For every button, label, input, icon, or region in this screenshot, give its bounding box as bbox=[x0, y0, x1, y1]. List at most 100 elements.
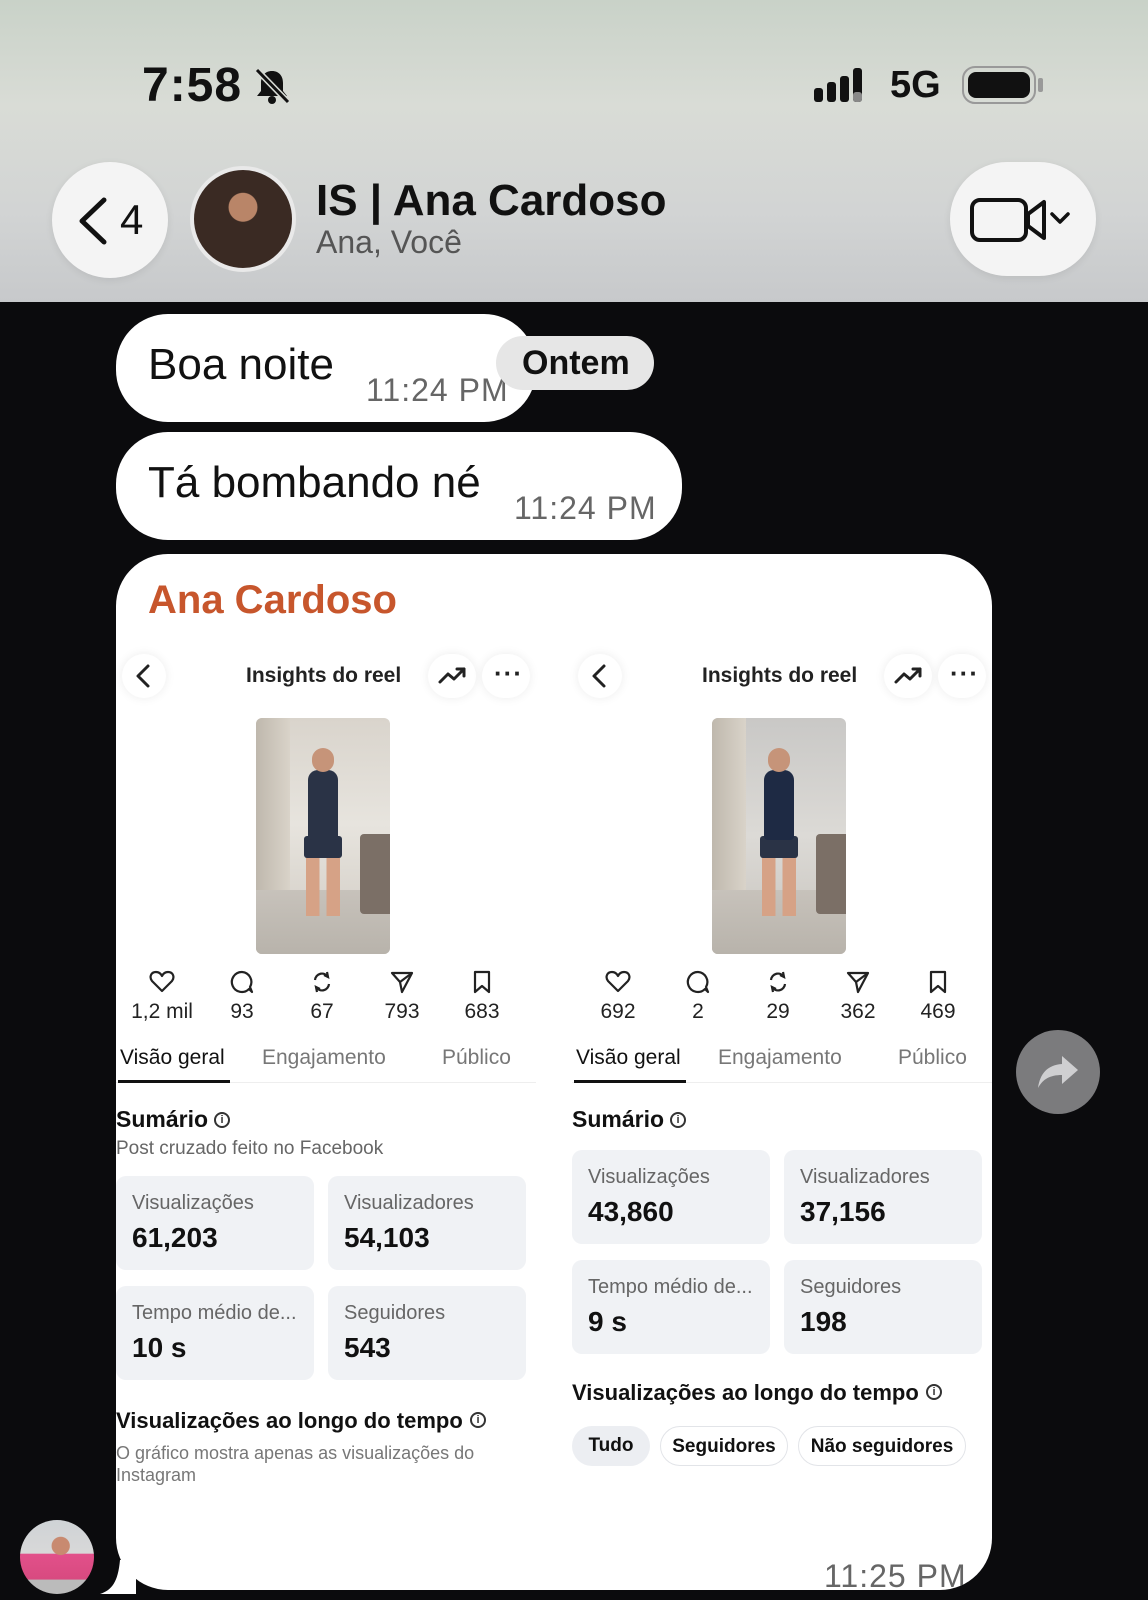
network-label: 5G bbox=[890, 64, 941, 106]
chevron-left-icon bbox=[79, 197, 107, 245]
metric-label: Visualizações bbox=[132, 1192, 254, 1214]
stat-value: 469 bbox=[920, 1000, 956, 1023]
chat-title[interactable]: IS | Ana Cardoso bbox=[316, 176, 667, 226]
tab-audience: Público bbox=[442, 1046, 511, 1069]
metric-tile: Visualizadores 54,103 bbox=[328, 1176, 526, 1270]
metric-value: 54,103 bbox=[344, 1222, 430, 1253]
message-bubble[interactable]: Tá bombando né 11:24 PM bbox=[116, 432, 682, 540]
share-icon bbox=[846, 971, 870, 994]
metric-value: 10 s bbox=[132, 1332, 187, 1363]
unread-count: 4 bbox=[120, 196, 144, 243]
metric-label: Visualizações bbox=[588, 1166, 710, 1188]
chevron-left-icon bbox=[592, 664, 606, 688]
stat-saves: 683 bbox=[442, 970, 522, 1024]
message-text: Boa noite bbox=[148, 340, 334, 389]
stat-likes: 1,2 mil bbox=[122, 970, 202, 1024]
summary-title: Sumário bbox=[572, 1106, 665, 1132]
repost-icon bbox=[313, 971, 331, 993]
sender-avatar[interactable] bbox=[20, 1520, 94, 1594]
info-icon: i bbox=[926, 1384, 942, 1400]
message-time: 11:25 PM bbox=[824, 1558, 967, 1590]
insights-title: Insights do reel bbox=[246, 664, 402, 687]
reel-thumbnail bbox=[712, 718, 846, 954]
back-button[interactable]: 4 bbox=[52, 162, 168, 278]
metric-tile: Visualizações 61,203 bbox=[116, 1176, 314, 1270]
metric-tile: Seguidores 198 bbox=[784, 1260, 982, 1354]
tab-overview: Visão geral bbox=[576, 1046, 681, 1069]
metric-label: Visualizadores bbox=[800, 1166, 930, 1188]
metric-tile: Visualizações 43,860 bbox=[572, 1150, 770, 1244]
chat-members: Ana, Você bbox=[316, 224, 462, 260]
stat-value: 29 bbox=[766, 1000, 790, 1023]
more-options-button: ··· bbox=[482, 654, 530, 698]
metric-value: 37,156 bbox=[800, 1196, 886, 1227]
insights-panel-right: Insights do reel ··· 692 2 29 362 469 Vi… bbox=[572, 646, 992, 1586]
views-over-time-title: Visualizações ao longo do tempo bbox=[116, 1408, 463, 1433]
stat-value: 93 bbox=[230, 1000, 254, 1023]
message-time: 11:24 PM bbox=[366, 372, 509, 408]
metric-tile: Seguidores 543 bbox=[328, 1286, 526, 1380]
status-time: 7:58 bbox=[142, 59, 243, 112]
battery-icon bbox=[962, 66, 1043, 104]
chat-header: 7:58 5G 4 IS | Ana Cardoso Ana, Você bbox=[0, 0, 1148, 302]
metric-tile: Tempo médio de... 10 s bbox=[116, 1286, 314, 1380]
message-bubble[interactable]: Boa noite 11:24 PM bbox=[116, 314, 536, 422]
stat-shares: 362 bbox=[818, 970, 898, 1024]
muted-bell-icon bbox=[254, 67, 291, 105]
metric-value: 9 s bbox=[588, 1306, 627, 1337]
signal-icon bbox=[814, 68, 862, 102]
trend-button bbox=[884, 654, 932, 698]
date-label: Ontem bbox=[522, 344, 630, 382]
video-camera-icon bbox=[970, 198, 1070, 242]
stat-comments: 93 bbox=[202, 970, 282, 1024]
metric-tile: Visualizadores 37,156 bbox=[784, 1150, 982, 1244]
metric-label: Tempo médio de... bbox=[132, 1302, 297, 1324]
metric-value: 43,860 bbox=[588, 1196, 674, 1227]
metric-tile: Tempo médio de... 9 s bbox=[572, 1260, 770, 1354]
trend-button bbox=[428, 654, 476, 698]
metric-value: 198 bbox=[800, 1306, 847, 1337]
metric-value: 61,203 bbox=[132, 1222, 218, 1253]
tab-engagement: Engajamento bbox=[718, 1046, 842, 1069]
metric-label: Seguidores bbox=[800, 1276, 902, 1298]
filter-non-followers: Não seguidores bbox=[798, 1426, 966, 1466]
stat-value: 793 bbox=[384, 1000, 420, 1023]
share-icon bbox=[390, 971, 414, 994]
tab-audience: Público bbox=[898, 1046, 967, 1069]
summary-note: Post cruzado feito no Facebook bbox=[116, 1138, 384, 1159]
bubble-tail bbox=[100, 1560, 136, 1594]
tab-engagement: Engajamento bbox=[262, 1046, 386, 1069]
stat-comments: 2 bbox=[658, 970, 738, 1024]
summary-title: Sumário bbox=[116, 1106, 209, 1132]
stat-value: 1,2 mil bbox=[131, 1000, 193, 1023]
stat-value: 683 bbox=[464, 1000, 500, 1023]
sender-name: Ana Cardoso bbox=[148, 578, 397, 622]
shared-image-message[interactable]: Ana Cardoso Insights do reel ··· 1,2 mil… bbox=[116, 554, 992, 1590]
stat-value: 67 bbox=[310, 1000, 334, 1023]
message-time: 11:24 PM bbox=[514, 490, 657, 526]
views-note: O gráfico mostra apenas as visualizações… bbox=[116, 1443, 475, 1485]
forward-arrow-icon bbox=[1038, 1056, 1078, 1088]
stat-reposts: 67 bbox=[282, 970, 362, 1024]
message-text: Tá bombando né bbox=[148, 458, 481, 507]
stat-value: 362 bbox=[840, 1000, 876, 1023]
metric-label: Visualizadores bbox=[344, 1192, 474, 1214]
trending-up-icon bbox=[438, 667, 466, 684]
metric-value: 543 bbox=[344, 1332, 391, 1363]
filter-all: Tudo bbox=[572, 1426, 650, 1466]
metric-label: Tempo médio de... bbox=[588, 1276, 753, 1298]
save-icon bbox=[473, 970, 491, 994]
metric-label: Seguidores bbox=[344, 1302, 446, 1324]
info-icon: i bbox=[214, 1112, 230, 1128]
forward-button[interactable] bbox=[1016, 1030, 1100, 1114]
heart-icon bbox=[149, 970, 175, 993]
heart-icon bbox=[605, 970, 631, 993]
panel-back-button bbox=[578, 654, 622, 698]
filter-followers: Seguidores bbox=[660, 1426, 788, 1466]
repost-icon bbox=[769, 971, 787, 993]
save-icon bbox=[929, 970, 947, 994]
video-call-button[interactable] bbox=[950, 162, 1096, 276]
insights-panel-left: Insights do reel ··· 1,2 mil 93 67 793 6… bbox=[116, 646, 536, 1586]
group-avatar[interactable] bbox=[190, 166, 296, 272]
stat-saves: 469 bbox=[898, 970, 978, 1024]
